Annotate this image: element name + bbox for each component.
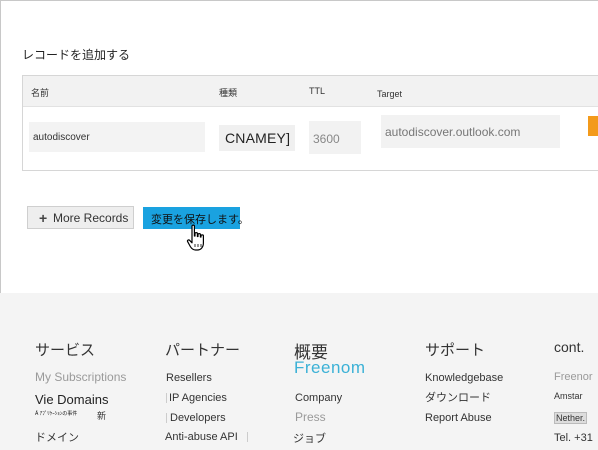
footer-link-company[interactable]: Company <box>295 392 342 404</box>
row-action-button[interactable] <box>588 116 598 136</box>
plus-icon: + <box>39 210 48 226</box>
records-table: 名前 種類 TTL Target autodiscover CNAMEY] 36… <box>22 75 598 171</box>
footer-heading-partners: パートナー <box>165 342 241 359</box>
footer-link-jobs[interactable]: ジョブ <box>293 430 326 446</box>
column-header-target: Target <box>377 89 403 99</box>
footer-heading-contact: cont. <box>554 339 585 355</box>
footer-link-resellers[interactable]: Resellers <box>166 372 212 384</box>
footer-contact-amstar: Amstar <box>554 391 583 401</box>
type-select[interactable]: CNAMEY] <box>219 125 295 151</box>
footer-link-anti-abuse-api[interactable]: Anti-abuse API <box>165 431 238 443</box>
type-select-value: CNAMEY] <box>225 130 291 146</box>
name-input[interactable]: autodiscover <box>29 122 205 152</box>
footer-link-developers[interactable]: Developers <box>170 412 226 424</box>
footer-link-ip-agencies[interactable]: IP Agencies <box>169 392 227 404</box>
name-input-value: autodiscover <box>33 132 90 143</box>
column-header-name: 名前 <box>31 88 50 98</box>
footer-new-badge: 新 <box>97 411 107 421</box>
footer-link-domains[interactable]: ドメイン <box>35 429 79 445</box>
footer-link-vie-domains[interactable]: Vie Domains <box>35 392 108 407</box>
site-footer: サービス My Subscriptions Vie Domains Ȃ ｱﾌﾟﾘ… <box>0 293 598 450</box>
footer-link-report-abuse[interactable]: Report Abuse <box>425 412 492 424</box>
ttl-input-value: 3600 <box>313 132 340 146</box>
ttl-input[interactable]: 3600 <box>309 121 361 154</box>
footer-contact-freenom: Freenor <box>554 371 593 383</box>
footer-link-knowledgebase[interactable]: Knowledgebase <box>425 372 503 384</box>
records-table-header: 名前 種類 TTL Target <box>23 76 598 107</box>
footer-contact-nether: Nether. <box>554 412 588 424</box>
more-records-button[interactable]: + More Records <box>27 206 134 229</box>
footer-link-marker <box>166 393 167 403</box>
footer-link-marker <box>247 432 248 442</box>
column-header-type: 種類 <box>219 88 238 98</box>
window-border-top <box>0 0 598 1</box>
footer-heading-services: サービス <box>35 342 96 359</box>
target-input[interactable]: autodiscover.outlook.com <box>381 115 560 148</box>
footer-link-marker <box>166 413 167 423</box>
footer-heading-support: サポート <box>425 342 486 359</box>
hand-pointer-icon <box>186 224 204 251</box>
target-input-value: autodiscover.outlook.com <box>385 125 521 139</box>
footer-tiny-text: Ȃ ｱﾌﾟﾘｹｰｼｮﾝの事件 <box>35 411 78 417</box>
footer-contact-tel[interactable]: Tel. +31 <box>554 432 593 444</box>
column-header-ttl: TTL <box>309 86 326 96</box>
footer-link-downloads[interactable]: ダウンロード <box>425 389 491 405</box>
footer-link-my-subscriptions[interactable]: My Subscriptions <box>35 370 126 384</box>
footer-link-press[interactable]: Press <box>295 410 326 424</box>
footer-brand-freenom[interactable]: Freenom <box>294 358 366 378</box>
more-records-label: More Records <box>53 211 129 225</box>
section-title: レコードを追加する <box>22 48 131 62</box>
